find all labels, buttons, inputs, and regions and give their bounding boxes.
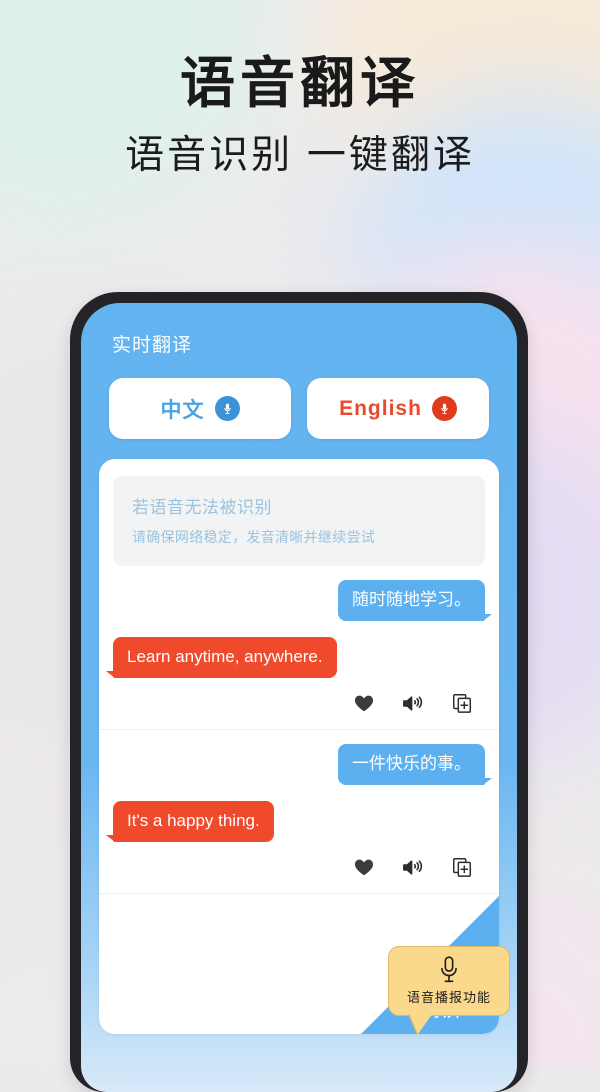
tooltip-label: 语音播报功能 bbox=[406, 990, 491, 1005]
notice-title: 若语音无法被识别 bbox=[132, 498, 272, 517]
language-button-chinese[interactable]: 中文 bbox=[109, 378, 291, 439]
page-title: 语音翻译 bbox=[179, 52, 420, 114]
message-actions bbox=[113, 678, 485, 719]
recognition-notice: 若语音无法被识别 请确保网络稳定，发音清晰并继续尝试 bbox=[113, 476, 485, 566]
source-bubble[interactable]: 一件快乐的事。 bbox=[338, 743, 492, 785]
translation-row: Learn anytime, anywhere. bbox=[106, 636, 485, 678]
language-button-row: 中文 English bbox=[81, 353, 517, 439]
notice-subtitle: 请确保网络稳定，发音清晰并继续尝试 bbox=[132, 529, 376, 545]
microphone-icon bbox=[431, 396, 457, 421]
language-button-english[interactable]: English bbox=[307, 378, 489, 439]
source-row: 随时随地学习。 bbox=[113, 580, 492, 621]
microphone-icon bbox=[395, 955, 503, 985]
translation-bubble[interactable]: Learn anytime, anywhere. bbox=[106, 636, 337, 678]
speaker-icon[interactable] bbox=[401, 692, 424, 715]
copy-icon[interactable] bbox=[450, 692, 473, 715]
language-label-chinese: 中文 bbox=[160, 398, 205, 422]
source-bubble[interactable]: 随时随地学习。 bbox=[338, 580, 492, 621]
translation-row: It's a happy thing. bbox=[106, 800, 485, 842]
message-actions bbox=[113, 842, 485, 883]
conversation-group: 随时随地学习。 Learn anytime, anywhere. bbox=[99, 566, 499, 730]
favorite-icon[interactable] bbox=[352, 856, 375, 879]
phone-screen: 实时翻译 中文 English 若语音无法被识别 请确保网络稳定，发音清晰并继续… bbox=[81, 303, 517, 1092]
app-bar: 实时翻译 bbox=[81, 303, 517, 356]
copy-icon[interactable] bbox=[450, 856, 473, 879]
app-bar-title: 实时翻译 bbox=[112, 335, 193, 356]
promo-header: 语音翻译 语音识别 一键翻译 bbox=[0, 0, 600, 180]
conversation-group: 一件快乐的事。 It's a happy thing. bbox=[99, 730, 499, 894]
favorite-icon[interactable] bbox=[352, 692, 375, 715]
language-label-english: English bbox=[339, 396, 422, 420]
translation-bubble[interactable]: It's a happy thing. bbox=[106, 800, 274, 842]
phone-mockup: 实时翻译 中文 English 若语音无法被识别 请确保网络稳定，发音清晰并继续… bbox=[70, 292, 528, 1092]
voice-broadcast-tooltip: 语音播报功能 bbox=[388, 946, 510, 1034]
tooltip-pointer bbox=[409, 1013, 433, 1034]
page-subtitle: 语音识别 一键翻译 bbox=[125, 134, 475, 178]
speaker-icon[interactable] bbox=[401, 856, 424, 879]
microphone-icon bbox=[214, 396, 240, 421]
source-row: 一件快乐的事。 bbox=[113, 743, 492, 785]
